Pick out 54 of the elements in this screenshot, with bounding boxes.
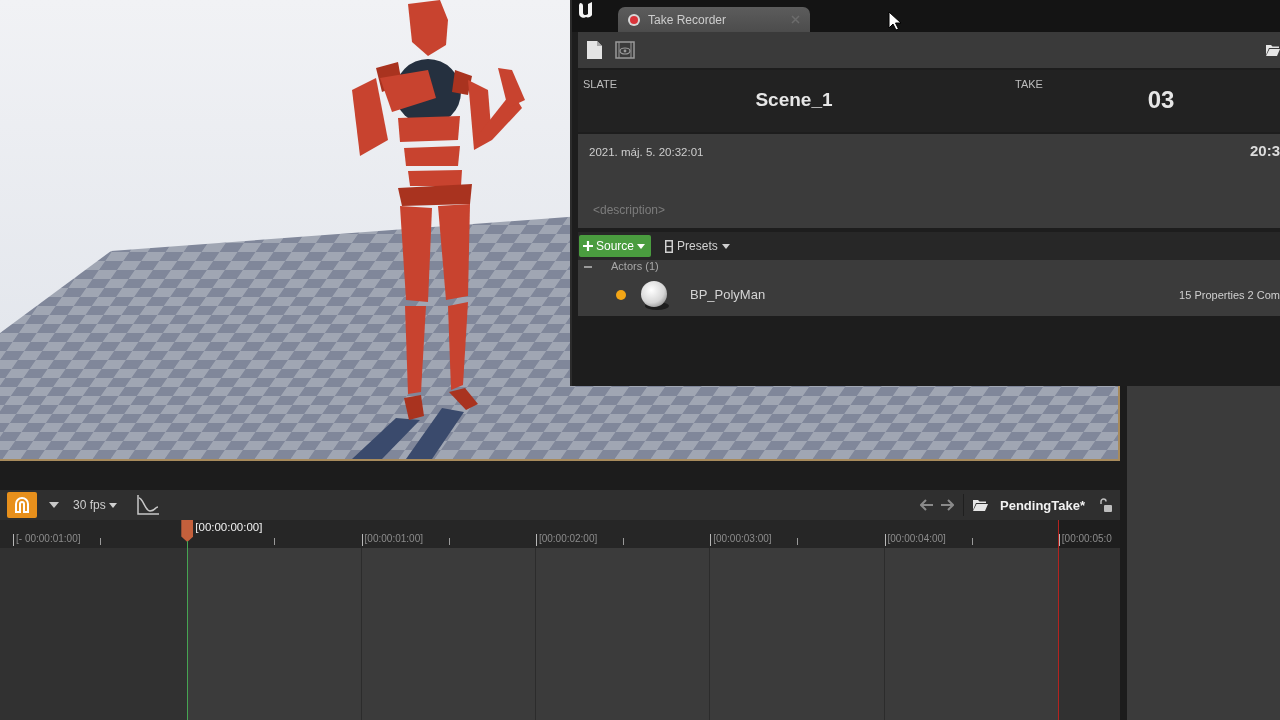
timestamp-end: 20:3 <box>1249 142 1280 160</box>
current-time-label: [00:00:00:00] <box>195 520 263 534</box>
caret-icon <box>108 502 117 508</box>
timestamp: 2021. máj. 5. 20:32:01 <box>589 145 704 159</box>
group-label: Actors (1) <box>611 260 659 273</box>
preset-icon <box>665 239 674 253</box>
actor-name[interactable]: BP_PolyMan <box>690 287 766 302</box>
curve-icon <box>136 495 159 515</box>
plus-icon <box>583 241 593 251</box>
forward-button[interactable] <box>940 499 954 511</box>
playhead-handle[interactable] <box>181 520 194 542</box>
mannequin-head <box>408 0 448 56</box>
lock-button[interactable] <box>1099 498 1112 512</box>
folder-icon <box>973 499 988 511</box>
take-number[interactable]: 03 <box>1147 86 1175 113</box>
magnet-icon <box>14 496 30 514</box>
presets-button[interactable]: Presets <box>661 235 734 257</box>
record-icon <box>628 13 640 26</box>
arrow-right-icon <box>940 499 954 511</box>
browse-button[interactable] <box>973 499 988 511</box>
arrow-left-icon <box>920 499 934 511</box>
window-tab[interactable]: Take Recorder <box>618 7 810 32</box>
curve-editor-button[interactable] <box>136 495 159 515</box>
time-label: [00:00:05:0 <box>1061 533 1112 545</box>
take-label: TAKE <box>1015 78 1043 91</box>
open-folder-button[interactable] <box>1266 43 1280 57</box>
file-icon <box>587 41 602 59</box>
snap-options-button[interactable] <box>49 502 59 508</box>
snap-toggle-button[interactable] <box>7 492 37 518</box>
actor-summary: 15 Properties 2 Com <box>1179 288 1280 301</box>
status-dot-icon[interactable] <box>616 289 626 300</box>
mouse-cursor-icon <box>888 11 901 31</box>
time-label: [00:00:04:00] <box>887 533 946 545</box>
new-take-button[interactable] <box>587 41 602 59</box>
description-field[interactable]: <description> <box>589 202 809 218</box>
review-button[interactable] <box>615 41 635 59</box>
time-label: [00:00:01:00] <box>364 533 423 545</box>
time-label: [00:00:03:00] <box>713 533 772 545</box>
caret-icon <box>49 502 59 508</box>
sphere-icon <box>640 279 670 310</box>
slate-label: SLATE <box>583 78 618 91</box>
take-name: PendingTake* <box>1000 497 1085 513</box>
time-label: [00:00:02:00] <box>538 533 598 545</box>
time-ruler[interactable]: [- 00:00:01:00] [00:00:00:00] [00:00:01:00] [00:00:02:00] [00:00:03:00] [00:00:04:00] [00:00:05:0 <box>0 520 1120 548</box>
film-eye-icon <box>615 41 635 59</box>
lock-icon <box>1099 498 1112 512</box>
tab-title: Take Recorder <box>648 12 727 27</box>
frame-rate-dropdown[interactable]: 30 fps <box>73 498 117 512</box>
time-label: [- 00:00:01:00] <box>16 533 81 545</box>
slate-value[interactable]: Scene_1 <box>755 89 833 111</box>
back-button[interactable] <box>920 499 934 511</box>
caret-icon <box>721 243 730 249</box>
caret-icon <box>637 243 646 249</box>
folder-icon <box>1266 43 1280 57</box>
